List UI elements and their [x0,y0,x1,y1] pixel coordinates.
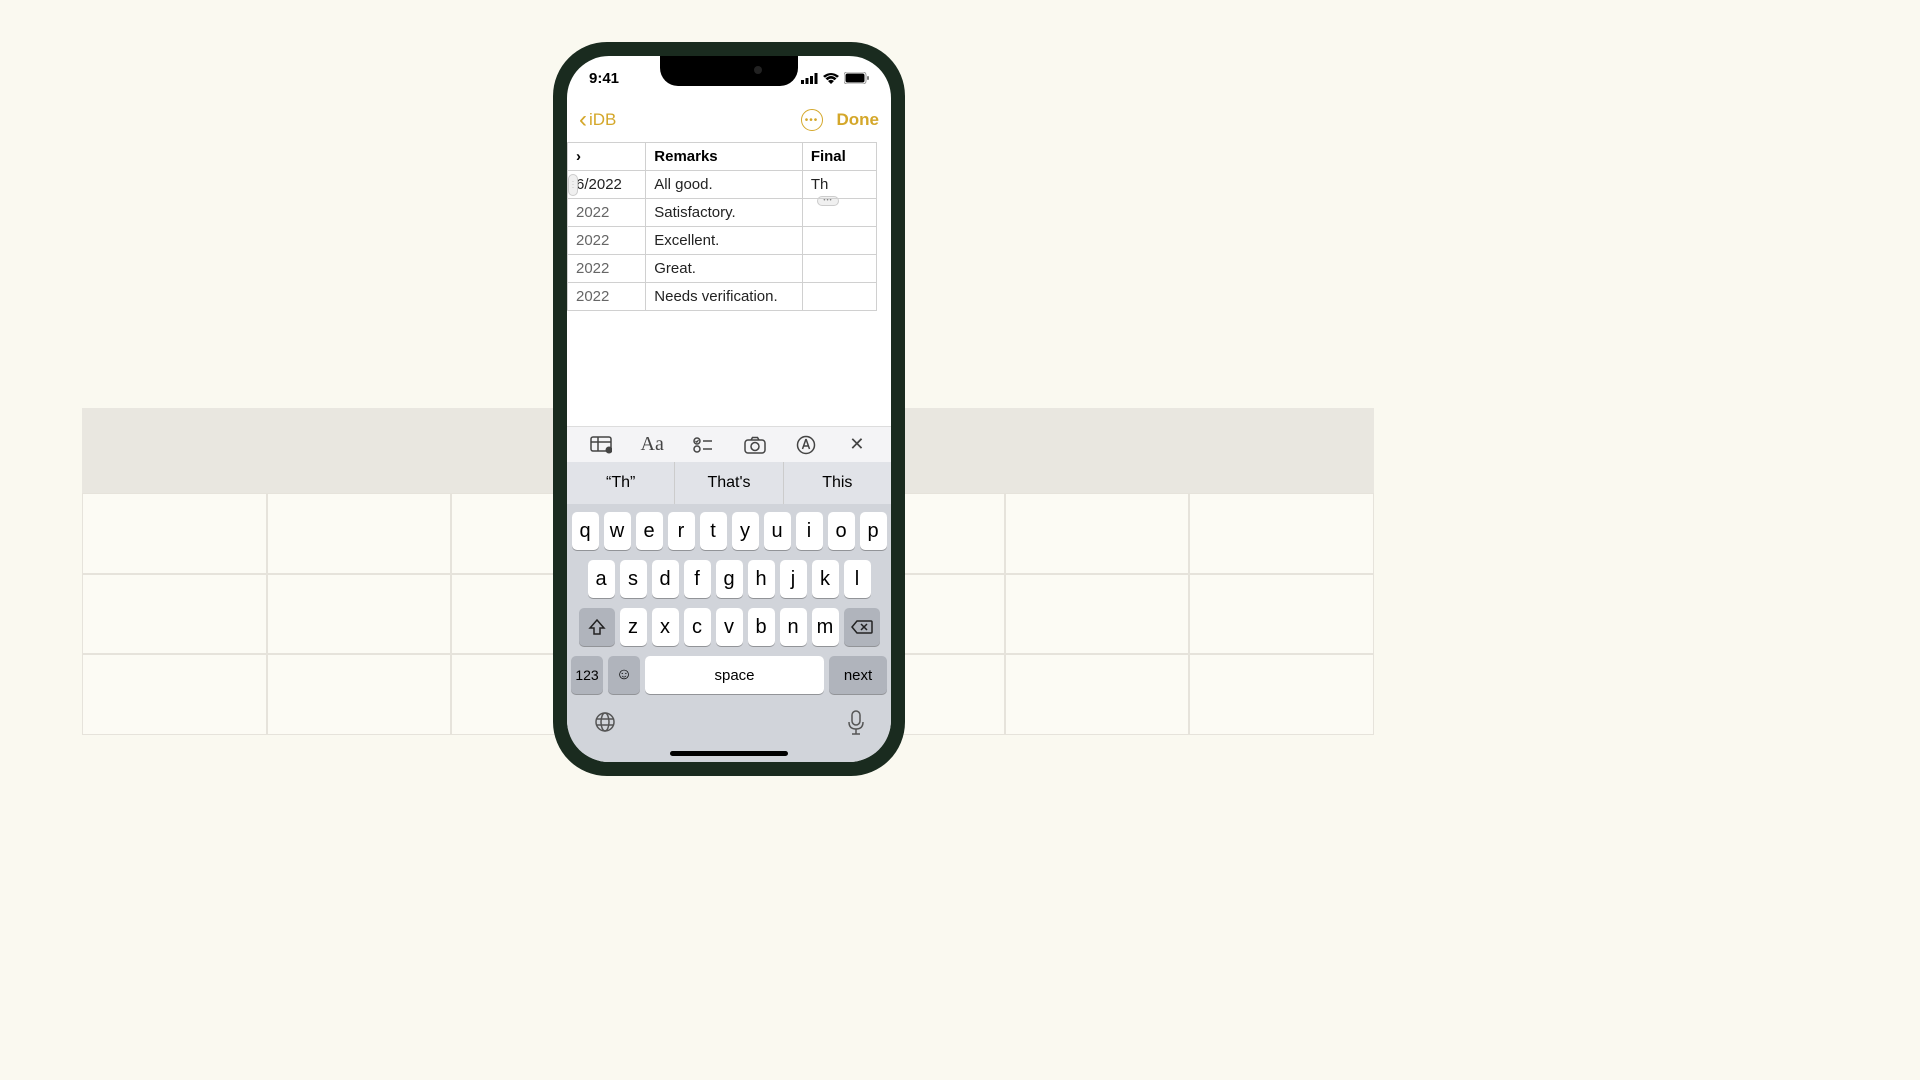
notes-table[interactable]: › Remarks Final 6/2022 All good. Th 2022… [567,142,877,311]
cell-date[interactable]: 2022 [568,227,646,255]
key-w[interactable]: w [604,512,631,550]
checklist-button[interactable] [691,433,715,457]
suggestion-1[interactable]: That's [675,462,783,504]
suggestion-0[interactable]: “Th” [567,462,675,504]
cell-final[interactable] [802,255,876,283]
phone-notch [660,56,798,86]
phone-screen: 9:41 ‹ iDB ••• [567,56,891,762]
key-d[interactable]: d [652,560,679,598]
cell-date[interactable]: 6/2022 [568,171,646,199]
camera-button[interactable] [743,433,767,457]
back-button[interactable]: ‹ iDB [579,106,616,134]
key-x[interactable]: x [652,608,679,646]
cell-remarks[interactable]: Great. [646,255,803,283]
microphone-icon [847,710,865,736]
cell-date[interactable]: 2022 [568,255,646,283]
home-indicator[interactable] [670,751,788,756]
cell-remarks[interactable]: Excellent. [646,227,803,255]
key-s[interactable]: s [620,560,647,598]
key-u[interactable]: u [764,512,791,550]
key-h[interactable]: h [748,560,775,598]
text-format-button[interactable]: Aa [640,433,664,457]
shift-icon [588,619,606,635]
cell-final[interactable] [802,199,876,227]
suggestion-2[interactable]: This [784,462,891,504]
status-time: 9:41 [589,70,619,87]
key-i[interactable]: i [796,512,823,550]
key-z[interactable]: z [620,608,647,646]
key-r[interactable]: r [668,512,695,550]
key-g[interactable]: g [716,560,743,598]
close-toolbar-button[interactable]: ✕ [845,433,869,457]
key-l[interactable]: l [844,560,871,598]
done-button[interactable]: Done [837,110,880,130]
space-key[interactable]: space [645,656,824,694]
table-row[interactable]: 2022 Needs verification. [568,283,877,311]
battery-icon [844,72,869,84]
phone-frame: 9:41 ‹ iDB ••• [553,42,905,776]
key-y[interactable]: y [732,512,759,550]
table-button[interactable] [589,433,613,457]
cell-remarks[interactable]: Satisfactory. [646,199,803,227]
cell-final[interactable] [802,227,876,255]
back-label: iDB [589,110,616,130]
emoji-key[interactable]: ☺ [608,656,640,694]
key-e[interactable]: e [636,512,663,550]
table-row[interactable]: 6/2022 All good. Th [568,171,877,199]
table-row[interactable]: 2022 Great. [568,255,877,283]
table-row[interactable]: 2022 Excellent. [568,227,877,255]
header-date[interactable]: › [568,143,646,171]
next-key[interactable]: next [829,656,887,694]
globe-key[interactable] [593,710,617,736]
cell-final[interactable] [802,283,876,311]
emoji-icon: ☺ [616,666,632,684]
table-row[interactable]: 2022 Satisfactory. [568,199,877,227]
key-p[interactable]: p [860,512,887,550]
key-j[interactable]: j [780,560,807,598]
wifi-icon [823,73,839,84]
notes-table-wrap: ··· › Remarks Final 6/2022 All good. Th … [567,142,891,311]
key-o[interactable]: o [828,512,855,550]
navigation-bar: ‹ iDB ••• Done [567,100,891,140]
key-f[interactable]: f [684,560,711,598]
cell-final[interactable]: Th [802,171,876,199]
key-a[interactable]: a [588,560,615,598]
table-header-row: › Remarks Final [568,143,877,171]
dictation-key[interactable] [847,710,865,736]
chevron-left-icon: ‹ [579,106,587,134]
key-k[interactable]: k [812,560,839,598]
more-options-button[interactable]: ••• [801,109,823,131]
key-c[interactable]: c [684,608,711,646]
header-final[interactable]: Final [802,143,876,171]
numbers-key[interactable]: 123 [571,656,603,694]
backspace-icon [851,619,873,635]
key-b[interactable]: b [748,608,775,646]
shift-key[interactable] [579,608,615,646]
cell-remarks[interactable]: Needs verification. [646,283,803,311]
key-q[interactable]: q [572,512,599,550]
key-m[interactable]: m [812,608,839,646]
header-remarks[interactable]: Remarks [646,143,803,171]
quicktype-suggestions: “Th” That's This [567,462,891,504]
cell-remarks[interactable]: All good. [646,171,803,199]
markup-button[interactable] [794,433,818,457]
key-n[interactable]: n [780,608,807,646]
formatting-toolbar: Aa ✕ [567,426,891,462]
key-v[interactable]: v [716,608,743,646]
keyboard: q w e r t y u i o p a s d f g h j k l [567,504,891,762]
table-row-handle[interactable]: ··· [568,174,578,196]
globe-icon [593,710,617,734]
cell-date[interactable]: 2022 [568,283,646,311]
key-t[interactable]: t [700,512,727,550]
cellular-signal-icon [801,73,818,84]
backspace-key[interactable] [844,608,880,646]
ellipsis-icon: ••• [805,115,819,126]
cell-date[interactable]: 2022 [568,199,646,227]
